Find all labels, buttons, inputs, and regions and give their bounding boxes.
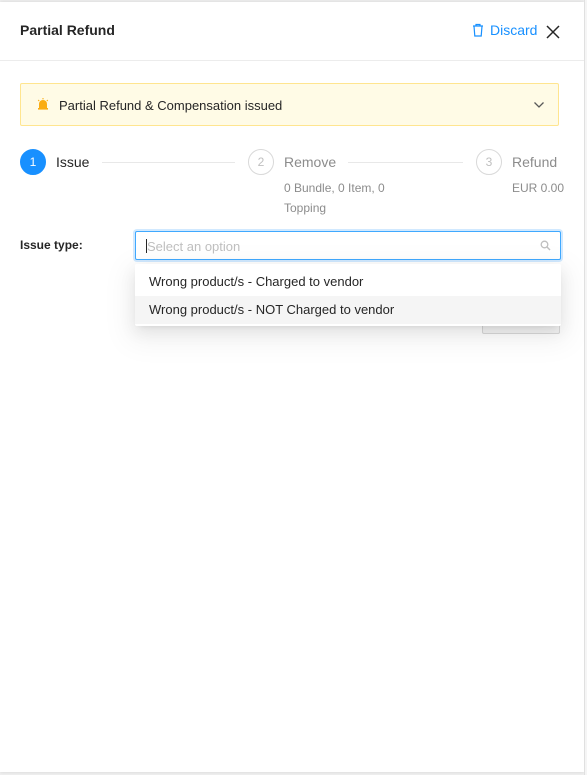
partial-refund-drawer: Partial Refund Discard Partial Refund & … — [0, 2, 584, 772]
step-2-desc-line2: Topping — [284, 201, 327, 215]
step-2-circle: 2 — [248, 149, 274, 175]
close-icon[interactable] — [545, 24, 561, 40]
dropdown-option-charged[interactable]: Wrong product/s - Charged to vendor — [135, 268, 561, 296]
step-1-title: Issue — [56, 154, 90, 170]
drawer-header: Partial Refund Discard — [0, 2, 584, 61]
step-2-desc-line1: 0 Bundle, 0 Item, 0 — [284, 181, 385, 195]
step-connector — [102, 162, 235, 163]
status-banner[interactable]: Partial Refund & Compensation issued — [20, 83, 559, 126]
trash-icon — [473, 23, 483, 37]
alarm-bell-icon — [37, 98, 49, 110]
step-3-title: Refund — [512, 154, 558, 170]
step-1-circle: 1 — [20, 149, 46, 175]
issue-type-label: Issue type: — [20, 238, 83, 252]
select-placeholder: Select an option — [147, 239, 241, 254]
step-3-circle: 3 — [476, 149, 502, 175]
step-2-title: Remove — [284, 154, 337, 170]
page-title: Partial Refund — [20, 22, 115, 38]
step-connector — [348, 162, 463, 163]
chevron-down-icon[interactable] — [532, 98, 546, 112]
step-3-desc: EUR 0.00 — [512, 181, 565, 195]
issue-type-select[interactable]: Select an option — [135, 231, 561, 260]
discard-label: Discard — [490, 22, 538, 38]
dropdown-option-not-charged[interactable]: Wrong product/s - NOT Charged to vendor — [135, 296, 561, 324]
search-icon — [540, 240, 551, 251]
issue-type-dropdown: Wrong product/s - Charged to vendor Wron… — [135, 264, 561, 326]
discard-button[interactable]: Discard — [472, 22, 537, 38]
banner-text: Partial Refund & Compensation issued — [59, 98, 283, 113]
